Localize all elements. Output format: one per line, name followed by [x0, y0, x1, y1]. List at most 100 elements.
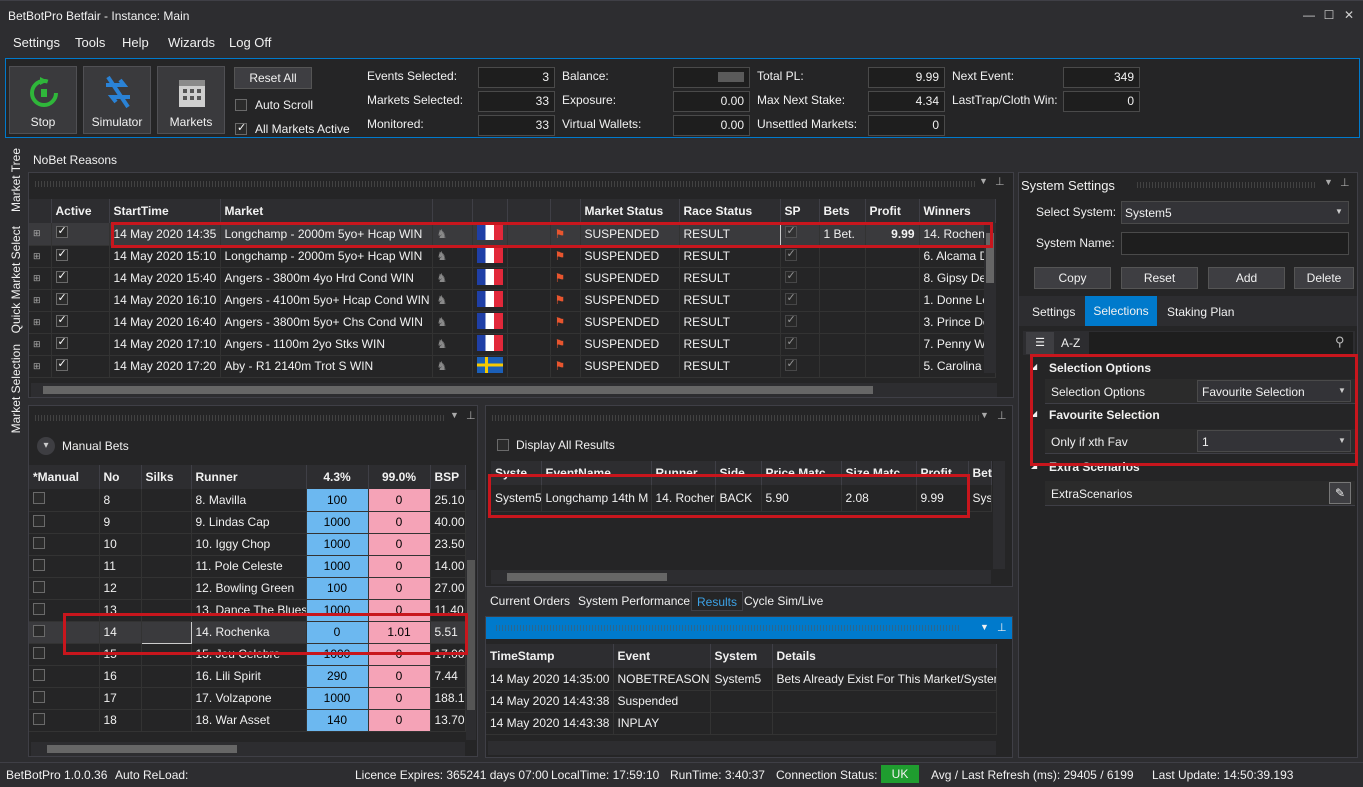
market-row[interactable]: ⊞14 May 2020 15:40Angers - 3800m 4yo Hrd…: [29, 267, 996, 290]
tab-results[interactable]: Results: [691, 591, 744, 611]
active-checkbox[interactable]: [55, 247, 68, 261]
col-back-percent[interactable]: 4.3%: [306, 465, 369, 489]
copy-button[interactable]: Copy: [1034, 267, 1111, 289]
pin-icon[interactable]: ⊥: [995, 175, 1005, 188]
expand-icon[interactable]: ⊞: [29, 333, 52, 356]
runner-row[interactable]: 1717. Volzapone10000188.10: [29, 687, 466, 710]
log-row[interactable]: 14 May 2020 14:43:38 Suspended: [486, 690, 997, 713]
tab-market-tree[interactable]: Market Tree: [9, 148, 23, 212]
manual-checkbox[interactable]: [33, 624, 45, 637]
manual-checkbox[interactable]: [33, 712, 45, 725]
lay-price-cell[interactable]: 0: [368, 555, 431, 578]
market-row[interactable]: ⊞14 May 2020 17:20Aby - R1 2140m Trot S …: [29, 355, 996, 378]
manual-checkbox[interactable]: [33, 492, 45, 505]
add-button[interactable]: Add: [1208, 267, 1285, 289]
active-checkbox[interactable]: [55, 269, 68, 283]
col-silks[interactable]: Silks: [141, 465, 192, 489]
lay-price-cell[interactable]: 0: [368, 665, 431, 688]
all-markets-active-checkbox[interactable]: [235, 121, 247, 135]
select-system-dropdown[interactable]: System5 ▼: [1121, 201, 1349, 224]
pin-icon[interactable]: ⊥: [997, 409, 1007, 422]
reset-all-button[interactable]: Reset All: [234, 67, 312, 89]
active-checkbox[interactable]: [55, 357, 68, 371]
display-all-results-checkbox[interactable]: [497, 439, 509, 451]
expand-icon[interactable]: ⊞: [29, 245, 52, 268]
runner-row[interactable]: 12 12. Bowling Green 100 0 27.00: [29, 577, 466, 600]
manual-checkbox[interactable]: [33, 602, 45, 615]
lay-price-cell[interactable]: 0: [368, 511, 431, 534]
expand-icon[interactable]: ⊞: [29, 355, 52, 378]
active-checkbox[interactable]: [55, 291, 68, 305]
property-search-input[interactable]: ⚲: [1089, 332, 1353, 354]
col-no[interactable]: No: [99, 465, 142, 489]
minimize-icon[interactable]: —: [1302, 8, 1316, 22]
market-row[interactable]: ⊞14 May 2020 16:10Angers - 4100m 5yo+ Hc…: [29, 289, 996, 312]
dropdown-icon[interactable]: ▼: [979, 176, 988, 186]
property-extra-scenarios[interactable]: ExtraScenarios ✎: [1045, 481, 1355, 506]
expand-icon[interactable]: ⊞: [29, 223, 52, 246]
runner-row[interactable]: 8 8. Mavilla 100 0 25.10: [29, 489, 466, 512]
col-event[interactable]: Event: [613, 644, 711, 668]
lay-price-cell[interactable]: 0: [368, 709, 431, 732]
system-name-input[interactable]: [1121, 232, 1349, 255]
horizontal-scrollbar[interactable]: [488, 741, 996, 755]
active-checkbox[interactable]: [55, 335, 68, 349]
col-runner[interactable]: Runner: [191, 465, 307, 489]
tab-nobet-reasons[interactable]: NoBet Reasons: [33, 153, 117, 167]
lay-price-cell[interactable]: 0: [368, 577, 431, 600]
col-race-status[interactable]: Race Status: [679, 199, 781, 223]
simulator-button[interactable]: Simulator: [83, 66, 151, 134]
pin-icon[interactable]: ⊥: [1340, 176, 1350, 189]
col-manual[interactable]: *Manual: [29, 465, 100, 489]
dropdown-icon[interactable]: ▼: [980, 622, 989, 632]
lay-price-cell[interactable]: 0: [368, 489, 431, 512]
close-icon[interactable]: ✕: [1342, 8, 1356, 22]
col-details[interactable]: Details: [772, 644, 997, 668]
vertical-scrollbar[interactable]: [993, 461, 1005, 569]
menu-wizards[interactable]: Wizards: [168, 35, 215, 50]
back-price-cell[interactable]: 1000: [306, 511, 369, 534]
col-system[interactable]: System: [710, 644, 773, 668]
reset-button[interactable]: Reset: [1121, 267, 1198, 289]
tab-quick-market-select[interactable]: Quick Market Select: [9, 226, 23, 333]
back-price-cell[interactable]: 1000: [306, 555, 369, 578]
markets-button[interactable]: Markets: [157, 66, 225, 134]
col-starttime[interactable]: StartTime: [109, 199, 221, 223]
active-checkbox[interactable]: [55, 224, 68, 239]
col-bet[interactable]: Bet: [968, 461, 992, 485]
col-bets[interactable]: Bets: [819, 199, 866, 223]
delete-button[interactable]: Delete: [1294, 267, 1354, 289]
collapse-icon[interactable]: ▾: [37, 437, 55, 455]
market-row[interactable]: ⊞14 May 2020 16:40Angers - 3800m 5yo+ Ch…: [29, 311, 996, 334]
stop-button[interactable]: Stop: [9, 66, 77, 134]
dropdown-icon[interactable]: ▼: [980, 410, 989, 420]
runner-row[interactable]: 9 9. Lindas Cap 1000 0 40.00: [29, 511, 466, 534]
expand-icon[interactable]: ⊞: [29, 267, 52, 290]
tab-cycle-sim-live[interactable]: Cycle Sim/Live: [744, 594, 823, 608]
lay-price-cell[interactable]: 0: [368, 533, 431, 556]
menu-log-off[interactable]: Log Off: [229, 35, 271, 50]
pin-icon[interactable]: ⊥: [997, 621, 1007, 634]
col-bsp[interactable]: BSP: [430, 465, 466, 489]
back-price-cell[interactable]: 100: [306, 577, 369, 600]
col-market-status[interactable]: Market Status: [580, 199, 680, 223]
tab-market-selection[interactable]: Market Selection: [9, 344, 23, 433]
log-row[interactable]: 14 May 2020 14:35:00 NOBETREASONS System5 B…: [486, 668, 997, 691]
back-price-cell[interactable]: 1000: [306, 687, 369, 710]
runner-row[interactable]: 11 11. Pole Celeste 1000 0 14.00: [29, 555, 466, 578]
col-winners[interactable]: Winners: [919, 199, 996, 223]
horizontal-scrollbar[interactable]: [491, 570, 991, 584]
runner-row[interactable]: 18 18. War Asset 140 0 13.70: [29, 709, 466, 732]
tab-settings[interactable]: Settings: [1032, 305, 1075, 319]
horizontal-scrollbar[interactable]: [31, 383, 997, 397]
runner-row[interactable]: 16 16. Lili Spirit 290 0 7.44: [29, 665, 466, 688]
back-price-cell[interactable]: 140: [306, 709, 369, 732]
tab-system-performance[interactable]: System Performance: [578, 594, 690, 608]
auto-scroll-checkbox[interactable]: [235, 99, 247, 111]
lay-price-cell[interactable]: 0: [368, 687, 431, 710]
manual-checkbox[interactable]: [33, 558, 45, 571]
manual-checkbox[interactable]: [33, 580, 45, 593]
maximize-icon[interactable]: ☐: [1322, 8, 1336, 22]
dropdown-icon[interactable]: ▼: [1324, 177, 1333, 187]
market-row[interactable]: ⊞14 May 2020 15:10Longchamp - 2000m 5yo+…: [29, 245, 996, 268]
